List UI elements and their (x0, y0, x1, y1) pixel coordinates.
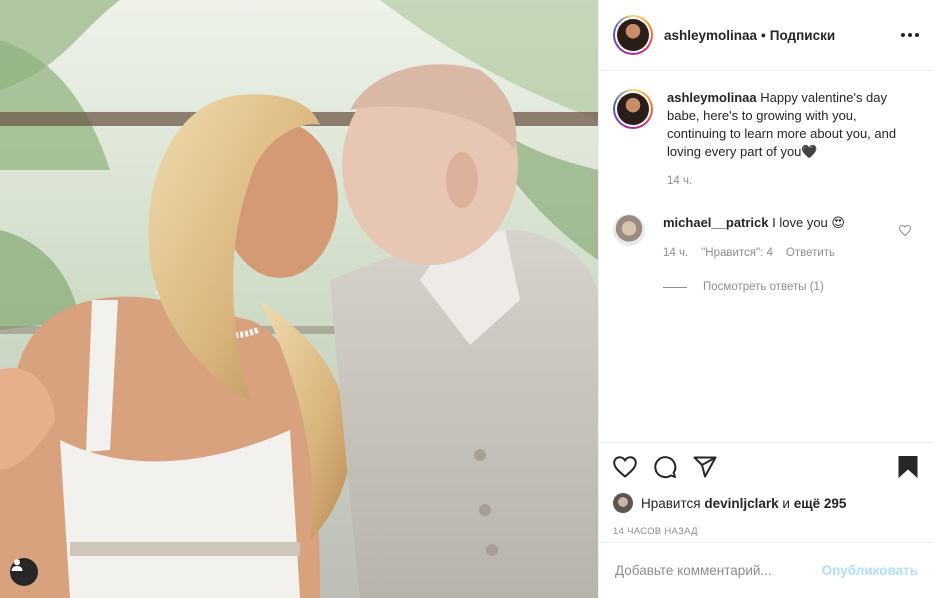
comment-text: I love you 😍 (772, 215, 845, 230)
likes-prefix: Нравится (641, 495, 701, 511)
likes-summary: Нравится devinljclark и ещё 295 (613, 493, 919, 513)
comments-list[interactable]: ashleymolinaa Happy valentine's day babe… (599, 71, 933, 442)
header-separator: • (761, 27, 766, 43)
share-paper-plane-icon[interactable] (693, 456, 717, 478)
likes-connector: и (782, 495, 790, 511)
post-photo[interactable] (0, 0, 598, 598)
post-timestamp[interactable]: 14 ЧАСОВ НАЗАД (613, 526, 919, 537)
author-avatar[interactable] (613, 15, 653, 55)
post-caption: ashleymolinaa Happy valentine's day babe… (613, 89, 919, 190)
comment-item: michael__patrick I love you 😍 14 ч. "Нра… (613, 214, 919, 262)
post-header: ashleymolinaa • Подписки (599, 0, 933, 71)
save-bookmark-icon[interactable] (897, 455, 919, 479)
like-heart-icon[interactable] (613, 456, 637, 478)
action-bar (613, 455, 919, 479)
tagged-users-button[interactable] (10, 558, 38, 586)
post-details-panel: ashleymolinaa • Подписки ashleymolinaa H… (598, 0, 933, 598)
publish-button[interactable]: Опубликовать (822, 563, 918, 578)
post-actions-area: Нравится devinljclark и ещё 295 14 ЧАСОВ… (599, 442, 933, 542)
commenter-username[interactable]: michael__patrick (663, 215, 769, 230)
post-image (0, 0, 598, 598)
view-replies-button[interactable]: Посмотреть ответы (1) (663, 281, 919, 293)
caption-author-username[interactable]: ashleymolinaa (667, 90, 757, 105)
author-username-link[interactable]: ashleymolinaa (664, 28, 757, 43)
view-replies-label: Посмотреть ответы (1) (703, 281, 824, 293)
commenter-avatar[interactable] (613, 214, 645, 246)
reply-button[interactable]: Ответить (786, 244, 835, 262)
comment-composer: Опубликовать (599, 542, 933, 598)
follow-status-button[interactable]: Подписки (770, 28, 835, 43)
comment-input[interactable] (615, 563, 822, 578)
comment-bubble-icon[interactable] (653, 455, 677, 479)
comment-age: 14 ч. (663, 247, 689, 259)
liker-username[interactable]: devinljclark (704, 496, 778, 511)
liker-avatar[interactable] (613, 493, 633, 513)
user-icon (11, 559, 23, 571)
caption-age: 14 ч. (667, 175, 693, 187)
more-options-icon[interactable] (901, 33, 919, 37)
likes-others-count[interactable]: ещё 295 (794, 496, 847, 511)
comment-likes-count[interactable]: "Нравится": 4 (701, 244, 773, 262)
caption-author-avatar[interactable] (613, 89, 653, 129)
comment-like-heart-icon[interactable] (898, 223, 912, 241)
replies-divider-line (663, 286, 687, 288)
